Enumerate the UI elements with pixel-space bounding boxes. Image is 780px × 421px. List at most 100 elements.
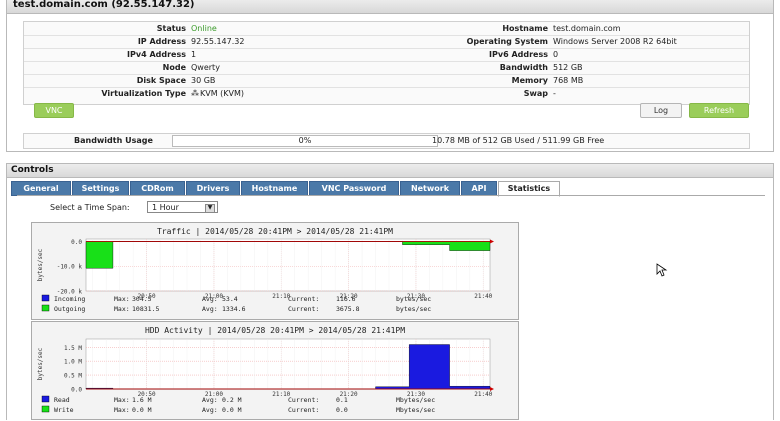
y-tick-label: 0.0 [71,387,82,394]
y-tick-label: 1.5 M [64,345,82,352]
hostname-label: Hostname [502,24,548,33]
legend-swatch [41,304,50,312]
ipv6-label: IPv6 Address [489,50,548,59]
info-row: IP Address 92.55.147.32 Operating System… [24,35,749,49]
memory-label: Memory [511,76,548,85]
swap-label: Swap [523,89,548,98]
info-row: Virtualization Type ⁂ KVM (KVM) Swap - [24,87,749,100]
ip-address-value: 92.55.147.32 [191,37,245,46]
legend-unit: Mbytes/sec [396,406,435,414]
server-info-table: Status Online Hostname test.domain.com I… [23,21,750,105]
bandwidth-usage-label: Bandwidth Usage [74,136,153,145]
info-row: Node Qwerty Bandwidth 512 GB [24,61,749,75]
legend-max-label: Max: [114,295,130,303]
y-tick-label: 1.0 M [64,359,82,366]
node-label: Node [162,63,186,72]
swap-value: - [553,89,556,98]
bandwidth-usage-row: Bandwidth Usage 0% 10.78 MB of 512 GB Us… [23,133,750,149]
x-tick-label: 21:40 [474,391,492,398]
bandwidth-progress-bar: 0% [172,135,438,147]
timespan-value: 1 Hour [152,203,179,212]
legend-unit: bytes/sec [396,295,431,303]
virtualization-label: Virtualization Type [101,89,186,98]
y-tick-label: 0.5 M [64,373,82,380]
legend-current-value: 3675.8 [336,305,360,313]
legend-current-value: 116.6 [336,295,356,303]
legend-swatch [41,405,50,413]
tab-cdrom[interactable]: CDRom [130,181,185,196]
tab-general[interactable]: General [11,181,71,196]
legend-swatch [41,395,50,403]
tab-hostname[interactable]: Hostname [241,181,308,196]
info-row: Disk Space 30 GB Memory 768 MB [24,74,749,88]
os-label: Operating System [466,37,548,46]
bandwidth-percent: 0% [298,136,312,145]
tab-settings[interactable]: Settings [72,181,129,196]
legend-unit: bytes/sec [396,305,431,313]
chart-title: Traffic | 2014/05/28 20:41PM > 2014/05/2… [157,227,393,236]
traffic-chart: Traffic | 2014/05/28 20:41PM > 2014/05/2… [31,222,519,320]
legend-max-value: 1.6 M [132,396,152,404]
y-axis-label: bytes/sec [37,248,44,281]
tab-vnc-password[interactable]: VNC Password [309,181,399,196]
vnc-button[interactable]: VNC [34,103,74,118]
legend-max-label: Max: [114,305,130,313]
y-axis-label: bytes/sec [37,347,44,380]
legend-current-value: 0.0 [336,406,348,414]
legend-avg-label: Avg: [202,406,218,414]
node-value: Qwerty [191,63,220,72]
status-label: Status [156,24,186,33]
legend-swatch [41,294,50,302]
legend-name: Read [54,396,70,404]
info-row: Status Online Hostname test.domain.com [24,22,749,36]
legend-max-value: 10831.5 [132,305,159,313]
traffic-chart-svg: Traffic | 2014/05/28 20:41PM > 2014/05/2… [37,227,494,313]
server-title: test.domain.com (92.55.147.32) [7,0,773,14]
legend-current-label: Current: [288,295,319,303]
bandwidth-value: 512 GB [553,63,583,72]
tab-drivers[interactable]: Drivers [186,181,240,196]
hdd-chart: HDD Activity | 2014/05/28 20:41PM > 2014… [31,321,519,420]
log-button[interactable]: Log [640,103,682,118]
legend-avg-label: Avg: [202,295,218,303]
info-row: IPv4 Address 1 IPv6 Address 0 [24,48,749,62]
legend-name: Incoming [54,295,85,303]
memory-value: 768 MB [553,76,584,85]
legend-current-value: 0.1 [336,396,348,404]
hdd-chart-svg: HDD Activity | 2014/05/28 20:41PM > 2014… [37,326,494,414]
ipv4-label: IPv4 Address [127,50,186,59]
dropdown-arrow-icon: ▼ [205,204,215,213]
legend-current-label: Current: [288,305,319,313]
virtualization-value: KVM (KVM) [200,89,245,98]
hostname-value: test.domain.com [553,24,621,33]
controls-title: Controls [7,164,773,178]
ip-address-label: IP Address [137,37,186,46]
legend-avg-value: 0.2 M [222,396,242,404]
ipv4-value: 1 [191,50,197,59]
legend-max-value: 304.5 [132,295,152,303]
disk-space-label: Disk Space [136,76,186,85]
legend-name: Outgoing [54,305,85,313]
legend-avg-value: 53.4 [222,295,238,303]
ipv6-value: 0 [553,50,559,59]
legend-unit: Mbytes/sec [396,396,435,404]
timespan-label: Select a Time Span: [50,203,130,212]
legend-current-label: Current: [288,406,319,414]
legend-max-label: Max: [114,396,130,404]
tab-api[interactable]: API [461,181,497,196]
legend-name: Write [54,406,74,414]
mouse-cursor-icon [656,263,668,277]
timespan-select[interactable]: 1 Hour ▼ [147,201,218,213]
status-value: Online [191,24,217,33]
legend-avg-value: 1334.6 [222,305,246,313]
legend-max-label: Max: [114,406,130,414]
refresh-button[interactable]: Refresh [689,103,749,118]
legend-current-label: Current: [288,396,319,404]
tab-network[interactable]: Network [400,181,460,196]
y-tick-label: 0.0 [71,239,82,246]
bandwidth-summary: 10.78 MB of 512 GB Used / 511.99 GB Free [432,136,605,145]
axis-arrow-icon [490,239,494,244]
legend-avg-label: Avg: [202,396,218,404]
y-tick-label: -10.0 k [57,264,83,271]
legend-max-value: 0.0 M [132,406,152,414]
